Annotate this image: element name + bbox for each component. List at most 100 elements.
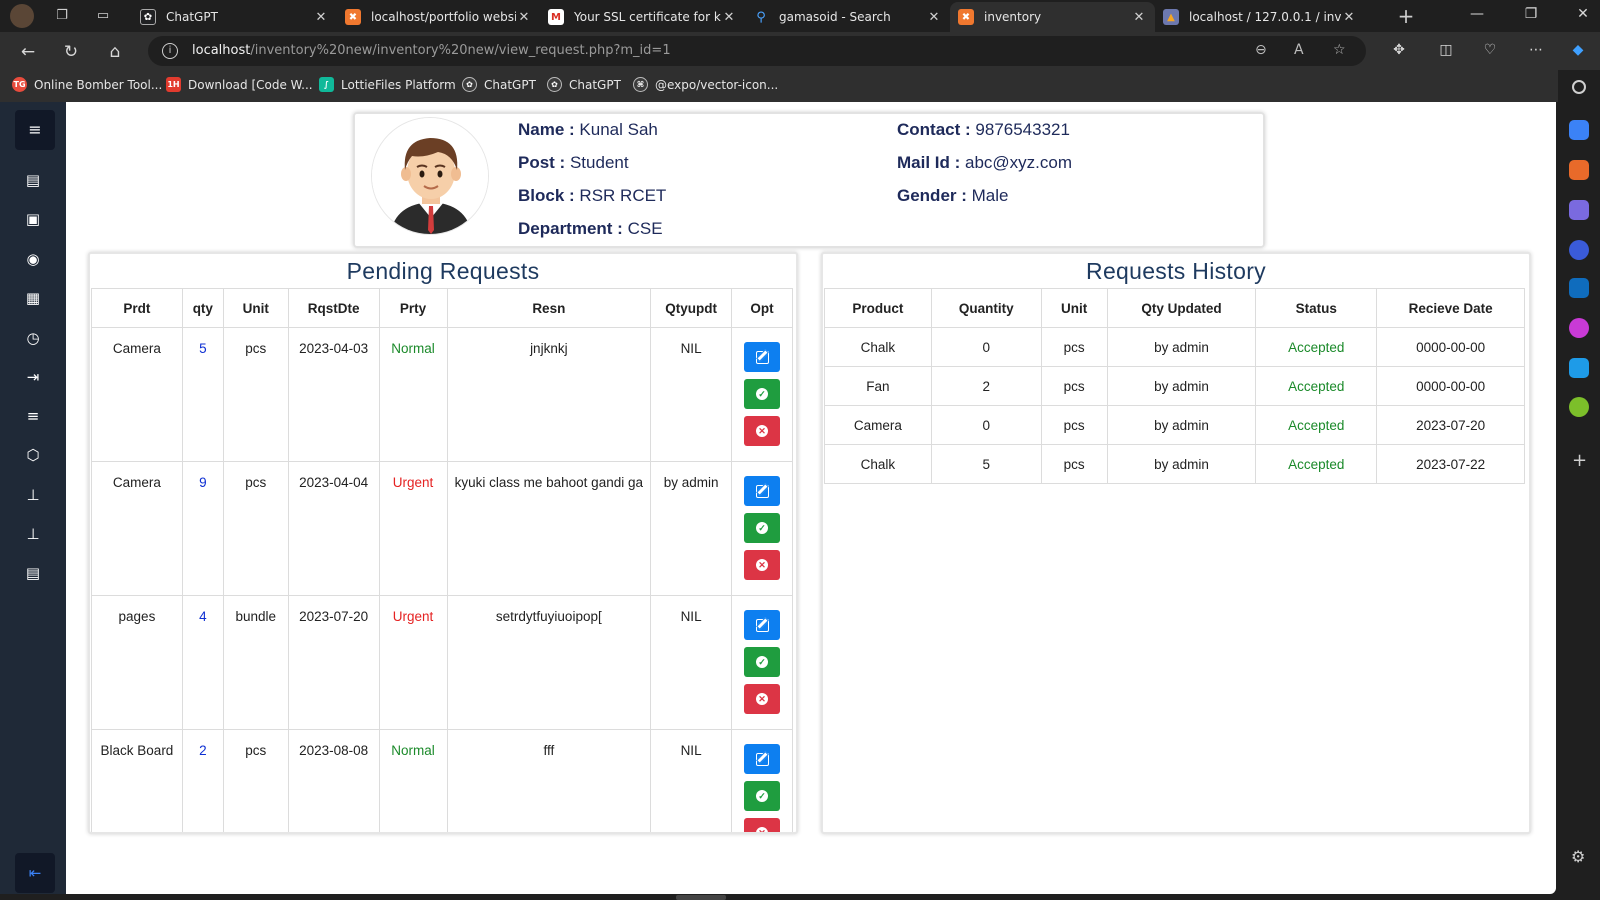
approve-button[interactable]: ✓ [744, 647, 780, 677]
reject-button[interactable]: ✕ [744, 416, 780, 446]
bookmark-chatgpt[interactable]: ✿ ChatGPT [462, 77, 536, 92]
tab-inventory[interactable]: ✖ inventory ✕ [950, 2, 1155, 32]
reject-button[interactable]: ✕ [744, 818, 780, 832]
profile-contact: Contact : 9876543321 [897, 120, 1070, 139]
copilot-icon[interactable] [1569, 240, 1589, 260]
tab-search[interactable]: ⚲ gamasoid - Search ✕ [745, 2, 950, 32]
cell-qty: 9 [181, 461, 224, 596]
cell-qty: 2 [181, 729, 224, 832]
read-aloud-icon[interactable]: A [1294, 42, 1304, 58]
cell-priority: Urgent [378, 461, 448, 596]
table-row: Chalk 5 pcs by admin Accepted 2023-07-22 [824, 444, 1525, 484]
close-tab-icon[interactable]: ✕ [313, 10, 329, 25]
send-icon[interactable] [1569, 358, 1589, 378]
cell-qty: 4 [181, 595, 224, 730]
edit-button[interactable] [744, 610, 780, 640]
close-tab-icon[interactable]: ✕ [1131, 10, 1147, 25]
games-icon[interactable] [1569, 200, 1589, 220]
file-add-icon[interactable]: ▤ [23, 563, 43, 583]
bookmark-lottiefiles[interactable]: ∫ LottieFiles Platform [319, 77, 456, 92]
tab-chatgpt[interactable]: ✿ ChatGPT ✕ [132, 2, 337, 32]
reject-button[interactable]: ✕ [744, 684, 780, 714]
more-menu-icon[interactable]: ⋯ [1526, 42, 1546, 58]
extensions-icon[interactable]: ✥ [1389, 42, 1409, 58]
close-window-icon[interactable]: ✕ [1568, 6, 1598, 22]
list-icon[interactable]: ≡ [23, 406, 43, 426]
home-icon[interactable]: ⌂ [104, 41, 126, 63]
favorite-star-icon[interactable]: ☆ [1333, 42, 1346, 58]
sitemap-icon[interactable]: ⊥ [23, 485, 43, 505]
profile-avatar-icon[interactable] [10, 4, 34, 28]
profile-block: Block : RSR RCET [518, 186, 667, 205]
search-icon: ⚲ [756, 9, 766, 25]
bag-icon[interactable]: ▣ [23, 209, 43, 229]
tab-phpmyadmin[interactable]: ▲ localhost / 127.0.0.1 / inver ✕ [1155, 2, 1365, 32]
menu-icon[interactable]: ≡ [15, 110, 55, 150]
table-row: Camera 5 pcs 2023-04-03 Normal jnjknkj N… [91, 327, 793, 462]
bookmark-download-code[interactable]: 1H Download [Code W... [166, 77, 313, 92]
cell-quantity: 0 [930, 405, 1042, 445]
reject-button[interactable]: ✕ [744, 550, 780, 580]
tab-gmail[interactable]: M Your SSL certificate for kun ✕ [540, 2, 745, 32]
cell-reason: jnjknkj [446, 327, 652, 462]
tools-icon[interactable] [1569, 160, 1589, 180]
cell-unit: pcs [222, 729, 289, 832]
shopping-tag-icon[interactable] [1569, 120, 1589, 140]
tree-icon[interactable] [1569, 397, 1589, 417]
designer-icon[interactable] [1569, 318, 1589, 338]
close-tab-icon[interactable]: ✕ [721, 10, 737, 25]
url-path: /inventory%20new/inventory%20new/view_re… [250, 43, 671, 58]
box-icon[interactable]: ⬡ [23, 445, 43, 465]
outlook-icon[interactable] [1569, 278, 1589, 298]
cell-qty-updated: NIL [650, 595, 733, 730]
close-tab-icon[interactable]: ✕ [926, 10, 942, 25]
close-tab-icon[interactable]: ✕ [516, 10, 532, 25]
vertical-tabs-icon[interactable]: ▭ [93, 6, 113, 26]
calendar-check-icon[interactable]: ▦ [23, 288, 43, 308]
approve-button[interactable]: ✓ [744, 379, 780, 409]
tab-portfolio[interactable]: ✖ localhost/portfolio website/ ✕ [337, 2, 540, 32]
add-icon[interactable]: + [1572, 450, 1587, 471]
back-icon[interactable]: ← [17, 41, 39, 63]
copilot-icon[interactable]: ◆ [1568, 42, 1588, 58]
bookmarks-bar: TG Online Bomber Tool... 1H Download [Co… [0, 70, 1600, 102]
browser-essentials-icon[interactable]: ♡ [1480, 42, 1500, 58]
col-header-receive-date: Recieve Date [1376, 288, 1525, 328]
bookmark-chatgpt-2[interactable]: ✿ ChatGPT [547, 77, 621, 92]
table-row: Chalk 0 pcs by admin Accepted 0000-00-00 [824, 327, 1525, 367]
site-info-icon[interactable]: i [162, 43, 178, 59]
sign-out-icon[interactable]: ⇤ [15, 853, 55, 893]
sitemap-icon[interactable]: ⊥ [23, 524, 43, 544]
user-circle-icon[interactable]: ◉ [23, 249, 43, 269]
close-tab-icon[interactable]: ✕ [1341, 10, 1357, 25]
chatgpt-icon: ✿ [140, 9, 156, 25]
profile-card: Name : Kunal Sah Post : Student Block : … [353, 112, 1265, 248]
cell-product: Camera [91, 327, 183, 462]
col-header-qty-updated: Qty Updated [1106, 288, 1257, 328]
minimize-icon[interactable]: — [1462, 6, 1492, 22]
zoom-out-icon[interactable]: ⊖ [1255, 42, 1267, 58]
workspaces-icon[interactable]: ❐ [52, 6, 72, 26]
edit-icon [755, 484, 769, 498]
pending-requests-title: Pending Requests [346, 258, 540, 284]
clock-icon[interactable]: ◷ [23, 328, 43, 348]
file-add-icon[interactable]: ▤ [23, 170, 43, 190]
split-screen-icon[interactable]: ◫ [1436, 42, 1456, 58]
edit-button[interactable] [744, 744, 780, 774]
bookmark-expo-vector-icons[interactable]: ⌘ @expo/vector-icon... [633, 77, 778, 92]
approve-button[interactable]: ✓ [744, 513, 780, 543]
cell-reason: setrdytfuyiuoipop[ [446, 595, 652, 730]
new-tab-icon[interactable]: + [1396, 6, 1416, 26]
settings-gear-icon[interactable]: ⚙ [1571, 847, 1585, 866]
search-icon[interactable] [1572, 80, 1586, 94]
edit-button[interactable] [744, 476, 780, 506]
col-header-status: Status [1255, 288, 1378, 328]
approve-button[interactable]: ✓ [744, 781, 780, 811]
url-field[interactable]: i localhost/inventory%20new/inventory%20… [148, 36, 1366, 66]
horizontal-scrollbar[interactable] [676, 895, 726, 900]
sign-in-icon[interactable]: ⇥ [23, 367, 43, 387]
bookmark-bomber-tool[interactable]: TG Online Bomber Tool... [12, 77, 162, 92]
refresh-icon[interactable]: ↻ [60, 41, 82, 63]
maximize-icon[interactable]: ❐ [1516, 6, 1546, 22]
edit-button[interactable] [744, 342, 780, 372]
